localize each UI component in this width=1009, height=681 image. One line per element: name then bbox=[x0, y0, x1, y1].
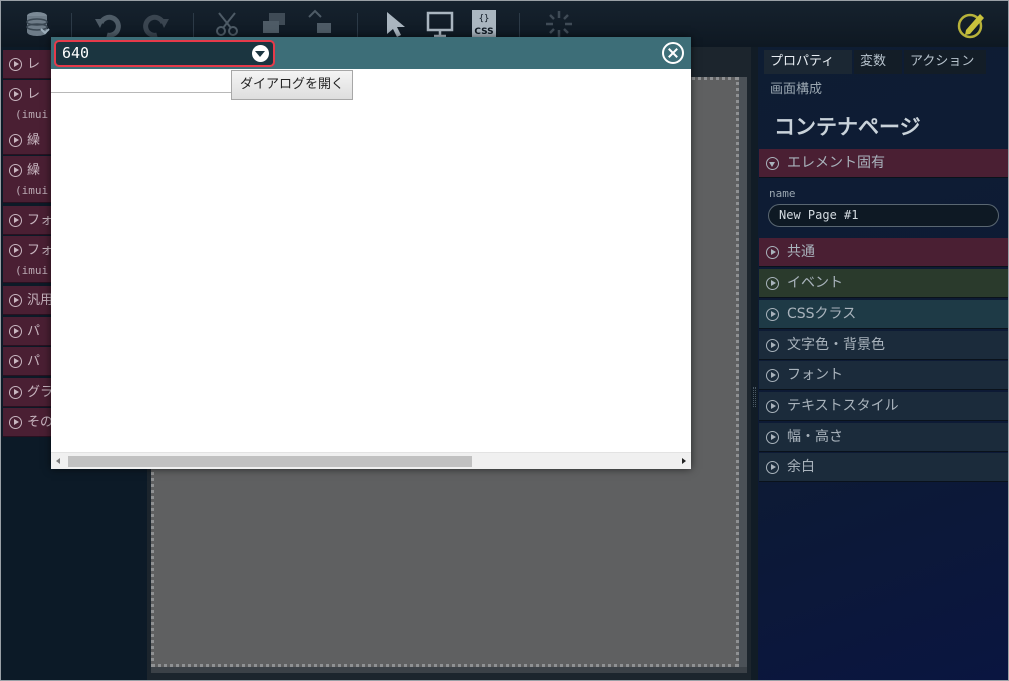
expand-arrow-icon bbox=[766, 277, 779, 290]
section-text-style[interactable]: テキストスタイル bbox=[759, 392, 1008, 421]
toolbar-separator bbox=[193, 13, 194, 37]
section-label: 余白 bbox=[787, 459, 815, 475]
redo-icon[interactable] bbox=[141, 9, 171, 39]
undo-icon[interactable] bbox=[93, 9, 123, 39]
expand-arrow-icon bbox=[766, 461, 779, 474]
section-font[interactable]: フォント bbox=[759, 361, 1008, 390]
dialog-size-select[interactable]: 640 bbox=[54, 40, 275, 67]
expand-arrow-icon bbox=[9, 416, 22, 429]
scroll-left-arrow-icon[interactable] bbox=[56, 458, 60, 464]
palette-item-label: その bbox=[27, 415, 54, 430]
toolbar-separator bbox=[71, 13, 72, 37]
tab-screen-structure[interactable]: 画面構成 bbox=[770, 78, 822, 97]
splitter-grip-icon bbox=[753, 387, 756, 407]
expand-arrow-icon bbox=[9, 88, 22, 101]
collapse-arrow-icon bbox=[766, 157, 779, 170]
pointer-icon[interactable] bbox=[381, 9, 411, 39]
section-events[interactable]: イベント bbox=[759, 269, 1008, 298]
expand-arrow-icon bbox=[9, 214, 22, 227]
cut-icon[interactable] bbox=[213, 9, 243, 39]
preview-icon[interactable] bbox=[425, 9, 455, 39]
section-label: フォント bbox=[787, 367, 843, 383]
property-panel: プロパティ 変数 アクション 画面構成 コンテナページ エレメント固有 name… bbox=[758, 47, 1008, 680]
expand-arrow-icon bbox=[766, 246, 779, 259]
expand-arrow-icon bbox=[766, 431, 779, 444]
section-label: エレメント固有 bbox=[787, 155, 885, 171]
section-label: テキストスタイル bbox=[787, 398, 899, 414]
palette-item-label: グラ bbox=[27, 385, 54, 400]
dialog-body: ダイアログを開く bbox=[51, 69, 691, 452]
tab-actions[interactable]: アクション bbox=[904, 50, 986, 74]
expand-arrow-icon bbox=[9, 134, 22, 147]
section-label: イベント bbox=[787, 275, 843, 291]
toolbar-separator bbox=[357, 13, 358, 37]
palette-item-label: 繰 bbox=[27, 163, 41, 178]
name-field-label: name bbox=[769, 187, 796, 200]
scroll-right-arrow-icon[interactable] bbox=[682, 458, 686, 464]
css-icon-braces: {} bbox=[479, 14, 490, 24]
expand-arrow-icon bbox=[766, 369, 779, 382]
database-icon[interactable] bbox=[23, 9, 53, 39]
expand-arrow-icon bbox=[9, 386, 22, 399]
palette-item-label: パ bbox=[27, 354, 41, 369]
expand-arrow-icon bbox=[766, 339, 779, 352]
canvas-horizontal-scrollbar[interactable] bbox=[151, 667, 747, 673]
name-input[interactable]: New Page #1 bbox=[768, 204, 999, 227]
section-label: 幅・高さ bbox=[787, 429, 843, 445]
dialog-text-input[interactable] bbox=[51, 71, 231, 93]
scrollbar-thumb[interactable] bbox=[68, 456, 472, 467]
dialog-size-value: 640 bbox=[62, 44, 90, 62]
palette-item-label: レ bbox=[27, 87, 41, 102]
edit-icon[interactable] bbox=[956, 9, 986, 39]
section-label: 文字色・背景色 bbox=[787, 337, 885, 353]
expand-arrow-icon bbox=[766, 400, 779, 413]
canvas-vertical-scrollbar[interactable] bbox=[739, 77, 747, 667]
dialog-header: 640 bbox=[51, 37, 691, 69]
dialog-close-icon[interactable] bbox=[662, 42, 684, 64]
palette-item-label: 汎用 bbox=[27, 293, 54, 308]
section-colors[interactable]: 文字色・背景色 bbox=[759, 331, 1008, 360]
expand-arrow-icon bbox=[9, 244, 22, 257]
dropdown-arrow-icon bbox=[252, 45, 269, 62]
tab-variables[interactable]: 変数 bbox=[854, 50, 902, 74]
section-label: 共通 bbox=[787, 244, 815, 260]
palette-item-label: フォ bbox=[27, 213, 54, 228]
paste-icon[interactable] bbox=[305, 9, 335, 39]
copy-icon[interactable] bbox=[259, 9, 289, 39]
section-label: CSSクラス bbox=[787, 306, 857, 322]
palette-item-label: 繰 bbox=[27, 133, 41, 148]
section-css-class[interactable]: CSSクラス bbox=[759, 300, 1008, 329]
section-margin[interactable]: 余白 bbox=[759, 453, 1008, 482]
section-common[interactable]: 共通 bbox=[759, 238, 1008, 267]
css-icon-label: CSS bbox=[474, 27, 493, 37]
expand-arrow-icon bbox=[9, 58, 22, 71]
css-icon[interactable]: {} CSS bbox=[470, 9, 500, 39]
tab-properties[interactable]: プロパティ bbox=[764, 50, 852, 74]
expand-arrow-icon bbox=[9, 164, 22, 177]
expand-arrow-icon bbox=[9, 294, 22, 307]
section-element-specific[interactable]: エレメント固有 bbox=[759, 149, 1008, 178]
expand-arrow-icon bbox=[766, 308, 779, 321]
palette-item-label: フォ bbox=[27, 243, 54, 258]
palette-item-label: レ bbox=[27, 57, 41, 72]
panel-splitter[interactable] bbox=[751, 47, 758, 680]
section-size[interactable]: 幅・高さ bbox=[759, 423, 1008, 452]
open-dialog-button[interactable]: ダイアログを開く bbox=[231, 70, 354, 100]
loading-icon bbox=[546, 11, 572, 37]
palette-item-label: パ bbox=[27, 324, 41, 339]
toolbar-separator bbox=[519, 13, 520, 37]
expand-arrow-icon bbox=[9, 325, 22, 338]
panel-title: コンテナページ bbox=[774, 115, 921, 139]
preview-dialog: 640 ダイアログを開く bbox=[51, 37, 691, 469]
expand-arrow-icon bbox=[9, 355, 22, 368]
dialog-horizontal-scrollbar[interactable] bbox=[51, 452, 691, 469]
